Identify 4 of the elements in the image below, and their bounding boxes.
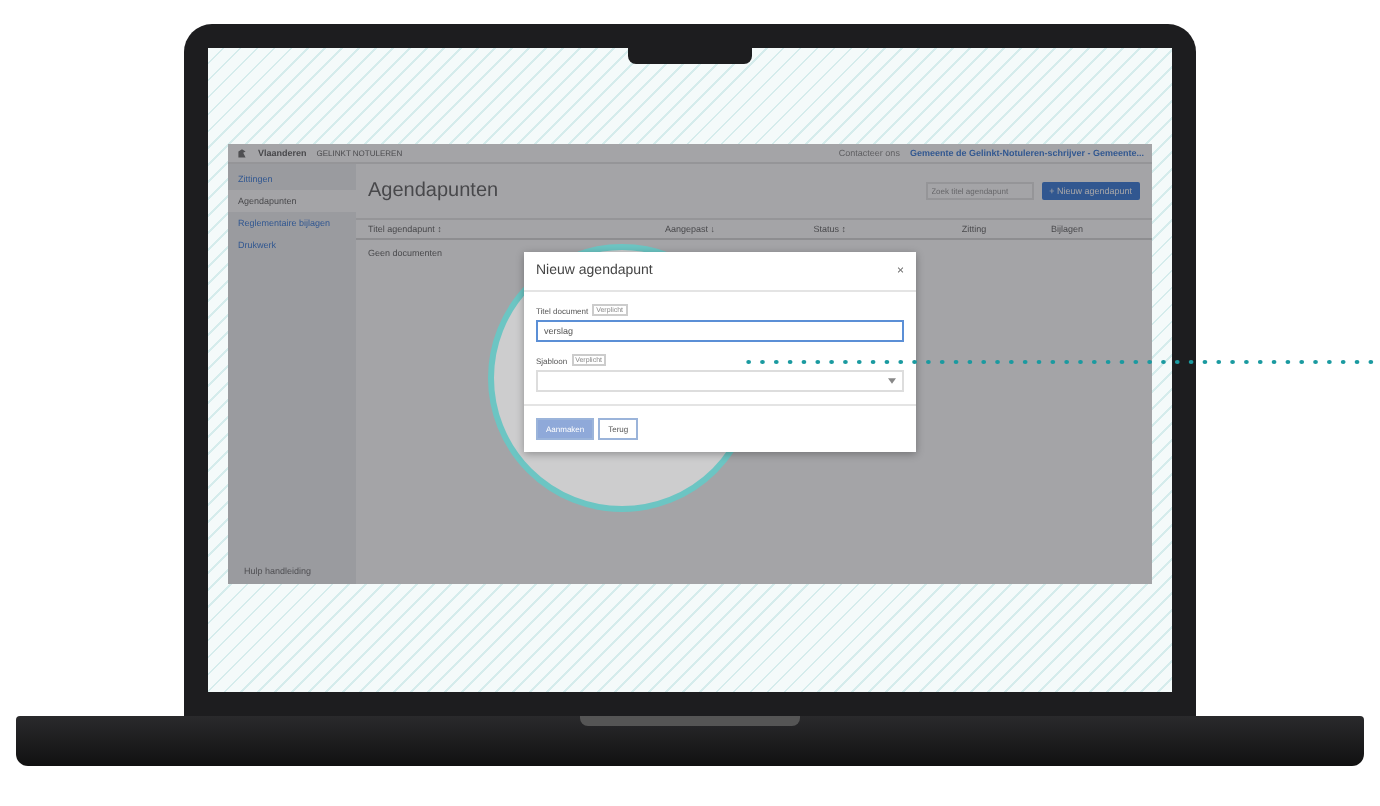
- select-field[interactable]: [536, 370, 904, 392]
- page-title: Agendapunten: [368, 180, 499, 202]
- camera-notch: [628, 44, 752, 64]
- caret-icon: [888, 378, 896, 384]
